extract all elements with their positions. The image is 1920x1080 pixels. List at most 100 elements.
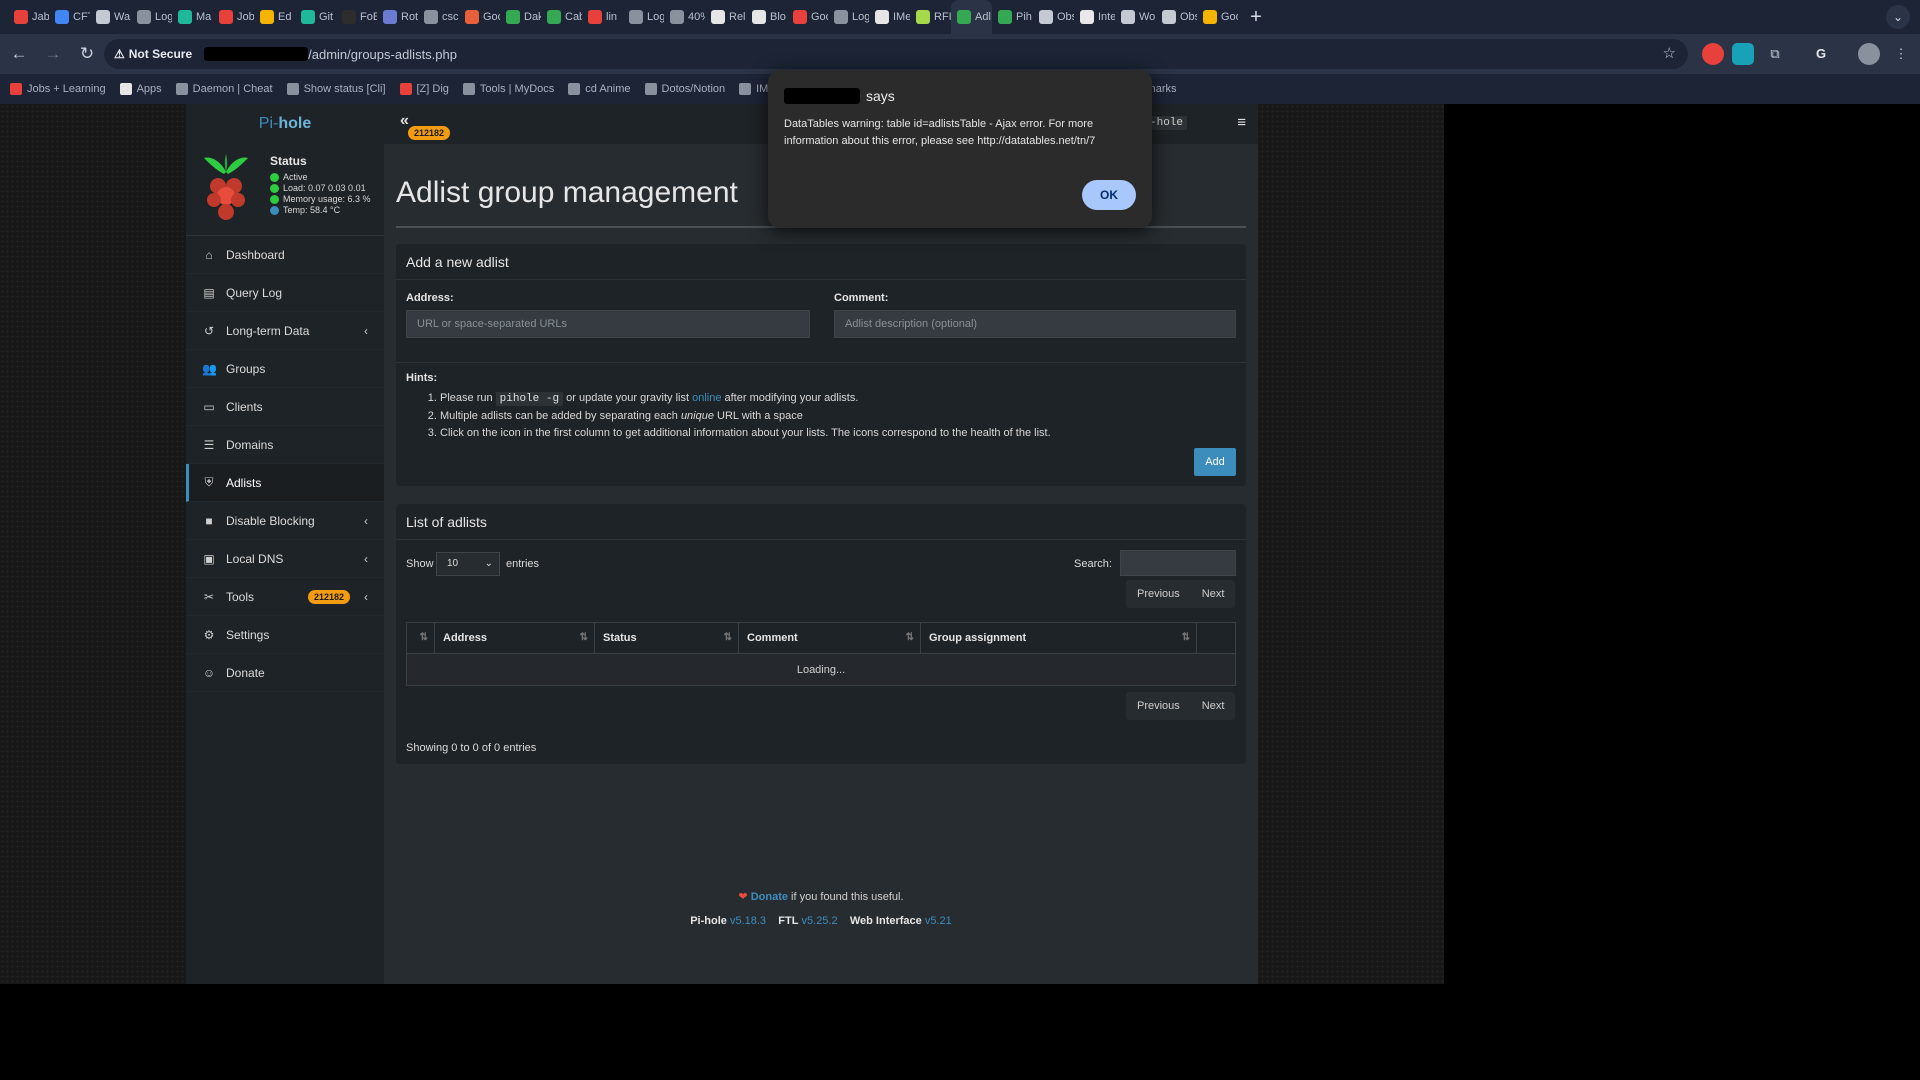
browser-tab[interactable]: 40% <box>664 0 705 34</box>
browser-tab[interactable]: Git <box>295 0 336 34</box>
bookmark-item[interactable]: Tools | MyDocs <box>462 83 555 95</box>
sidebar-item-query-log[interactable]: ▤ Query Log <box>186 274 384 312</box>
browser-tab[interactable]: Wo <box>1115 0 1156 34</box>
browser-tab[interactable]: Obs <box>1156 0 1197 34</box>
address-bar[interactable]: ⚠ Not Secure /admin/groups-adlists.php ☆ <box>104 39 1688 69</box>
previous-button-top[interactable]: Previous <box>1126 580 1191 608</box>
browser-tab[interactable]: Goo <box>787 0 828 34</box>
browser-tab[interactable]: Ed <box>254 0 295 34</box>
sidebar-item-donate[interactable]: ☺ Donate <box>186 654 384 692</box>
browser-tab[interactable]: Dak <box>500 0 541 34</box>
sidebar-item-settings[interactable]: ⚙ Settings <box>186 616 384 654</box>
logo-prefix: Pi- <box>258 115 279 132</box>
next-button-bottom[interactable]: Next <box>1191 692 1236 720</box>
sidebar-item-clients[interactable]: ▭ Clients <box>186 388 384 426</box>
add-adlist-box: Add a new adlist Address: URL or space-s… <box>396 244 1246 486</box>
browser-tab[interactable]: Adl <box>951 0 992 34</box>
browser-tab[interactable]: Rot <box>377 0 418 34</box>
comment-input[interactable]: Adlist description (optional) <box>834 310 1236 338</box>
browser-tab[interactable]: Inte <box>1074 0 1115 34</box>
tab-label: Wa <box>114 11 131 23</box>
column-header-status[interactable]: Status ⇅ <box>595 623 739 653</box>
browser-tab[interactable]: FoE <box>336 0 377 34</box>
address-input[interactable]: URL or space-separated URLs <box>406 310 810 338</box>
entries-select[interactable]: 10 ⌄ <box>436 552 500 576</box>
tab-label: csc <box>442 11 459 23</box>
gravity-online-link[interactable]: online <box>692 392 721 404</box>
footer-donate-link[interactable]: Donate <box>751 891 788 903</box>
browser-tab[interactable]: Ma <box>172 0 213 34</box>
pihole-version[interactable]: v5.18.3 <box>730 915 766 927</box>
extension-teal-icon[interactable] <box>1732 43 1754 65</box>
tab-favicon-icon <box>137 10 151 24</box>
browser-tab[interactable]: Log <box>623 0 664 34</box>
tab-search-button[interactable]: ⌄ <box>1886 5 1910 29</box>
dialog-ok-button[interactable]: OK <box>1082 180 1136 210</box>
profile-avatar[interactable] <box>1858 43 1880 65</box>
browser-tab[interactable]: CFT <box>49 0 90 34</box>
sidebar-item-adlists[interactable]: ⛨ Adlists <box>186 464 384 502</box>
browser-tab[interactable]: Jab <box>8 0 49 34</box>
browser-tab[interactable]: Obs <box>1033 0 1074 34</box>
browser-menu-icon[interactable]: ⋮ <box>1890 43 1912 65</box>
not-secure-indicator[interactable]: ⚠ Not Secure <box>114 47 200 61</box>
column-header-comment[interactable]: Comment ⇅ <box>739 623 921 653</box>
bookmark-item[interactable]: Show status [Cli] <box>286 83 386 95</box>
browser-tab[interactable]: Log <box>828 0 869 34</box>
hamburger-menu-icon[interactable]: ≡ <box>1237 114 1246 131</box>
browser-tab[interactable]: Wa <box>90 0 131 34</box>
browser-tab[interactable]: lin <box>582 0 623 34</box>
tab-favicon-icon <box>588 10 602 24</box>
redacted-origin <box>784 88 860 104</box>
browser-tab[interactable]: Goo <box>1197 0 1238 34</box>
bookmark-item[interactable]: Apps <box>119 83 162 95</box>
bookmark-item[interactable]: Jobs + Learning <box>10 83 106 95</box>
browser-tab[interactable]: Blo <box>746 0 787 34</box>
column-header-icon[interactable]: ⇅ <box>407 623 435 653</box>
browser-tab[interactable]: Job <box>213 0 254 34</box>
sidebar-item-disable-blocking[interactable]: ■ Disable Blocking ‹ <box>186 502 384 540</box>
sidebar-item-groups[interactable]: 👥 Groups <box>186 350 384 388</box>
column-header-group-assignment[interactable]: Group assignment ⇅ <box>921 623 1197 653</box>
bookmark-item[interactable]: Dotos/Notion <box>644 83 725 95</box>
sidebar-item-long-term-data[interactable]: ↺ Long-term Data ‹ <box>186 312 384 350</box>
browser-tab[interactable]: Log <box>131 0 172 34</box>
extension-red-icon[interactable] <box>1702 43 1724 65</box>
sidebar-item-domains[interactable]: ☰ Domains <box>186 426 384 464</box>
sort-icon: ⇅ <box>723 632 732 643</box>
add-button[interactable]: Add <box>1194 448 1236 476</box>
pihole-logo[interactable]: Pi-hole <box>186 104 384 144</box>
search-input[interactable] <box>1120 550 1236 576</box>
show-label: Show <box>406 558 434 570</box>
bookmark-item[interactable]: Daemon | Cheat <box>175 83 273 95</box>
next-button-top[interactable]: Next <box>1191 580 1236 608</box>
bookmark-star-icon[interactable]: ☆ <box>1663 44 1676 62</box>
bookmark-item[interactable]: [Z] Dig <box>399 83 449 95</box>
previous-button-bottom[interactable]: Previous <box>1126 692 1191 720</box>
forward-button[interactable]: → <box>38 39 68 69</box>
column-header-address[interactable]: Address ⇅ <box>435 623 595 653</box>
sidebar-item-dashboard[interactable]: ⌂ Dashboard <box>186 236 384 274</box>
browser-tab[interactable]: Rel <box>705 0 746 34</box>
reload-button[interactable]: ↻ <box>72 39 102 69</box>
browser-tab[interactable]: Goo <box>459 0 500 34</box>
browser-tab[interactable]: Cab <box>541 0 582 34</box>
bookmark-item[interactable]: cd Anime <box>568 83 631 95</box>
new-tab-button[interactable]: + <box>1244 6 1268 29</box>
sidebar-collapse-button[interactable]: « <box>400 112 409 130</box>
browser-tab[interactable]: RFI <box>910 0 951 34</box>
browser-tab[interactable]: IMe <box>869 0 910 34</box>
topbar-warning-badge[interactable]: 212182 <box>408 126 451 140</box>
browser-tab[interactable]: Pih <box>992 0 1033 34</box>
status-dot-icon <box>270 205 279 215</box>
sidebar-item-tools[interactable]: ✂ Tools 212182 ‹ <box>186 578 384 616</box>
bookmark-label: Jobs + Learning <box>27 83 106 95</box>
back-button[interactable]: ← <box>4 39 34 69</box>
google-icon[interactable]: G <box>1810 43 1832 65</box>
ftl-version[interactable]: v5.25.2 <box>802 915 838 927</box>
bookmark-label: Tools | MyDocs <box>479 83 555 95</box>
browser-tab[interactable]: csc <box>418 0 459 34</box>
extensions-puzzle-icon[interactable]: ⧉ <box>1764 43 1786 65</box>
web-interface-version[interactable]: v5.21 <box>925 915 952 927</box>
sidebar-item-local-dns[interactable]: ▣ Local DNS ‹ <box>186 540 384 578</box>
